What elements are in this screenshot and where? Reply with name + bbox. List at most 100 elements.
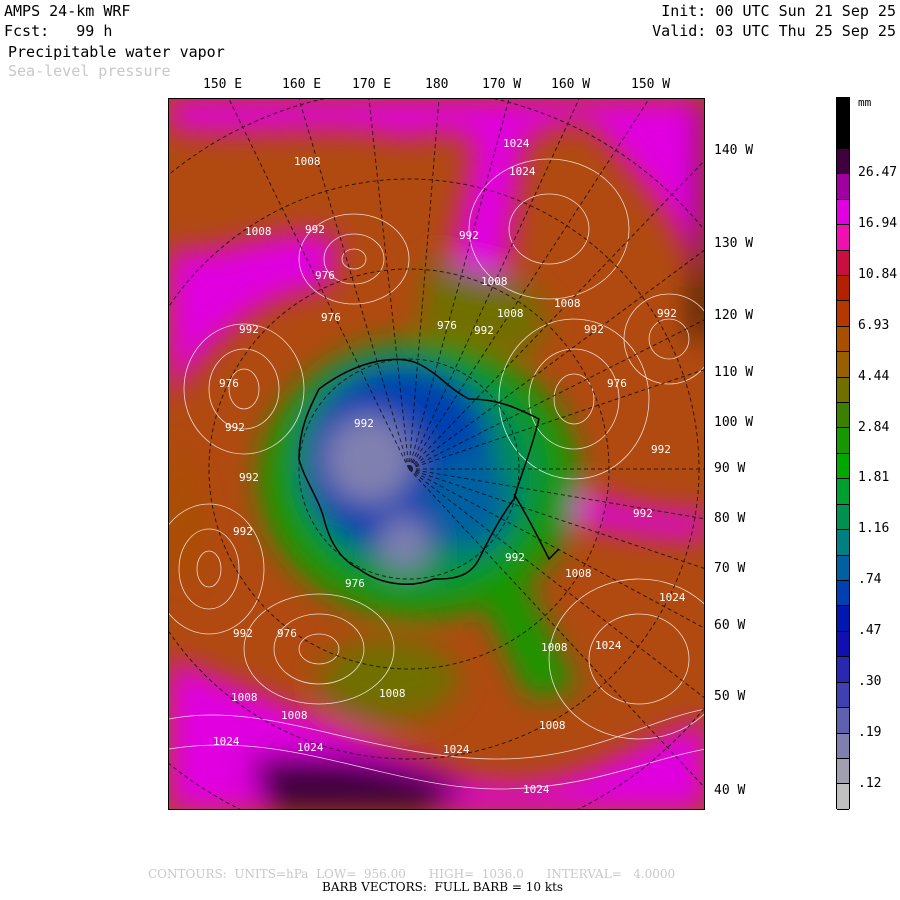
lat-label: 70 W [714,561,746,576]
pressure-label: 1008 [379,687,406,700]
pressure-label: 1008 [541,641,568,654]
lat-label: 120 W [714,308,754,323]
pressure-label: 992 [239,323,259,336]
colorbar-swatch [837,733,849,759]
colorbar-swatch [837,784,849,810]
lon-label: 170 W [482,77,522,92]
pressure-label: 992 [651,443,671,456]
lat-label: 90 W [714,461,746,476]
pressure-label: 992 [584,323,604,336]
colorbar-label: .74 [858,572,882,588]
barb-info: BARB VECTORS: FULL BARB = 10 kts [322,880,564,894]
colorbar-swatch [837,148,849,175]
colorbar-units: mm [858,96,872,109]
colorbar-swatch [837,199,849,226]
weather-map: 1008 1024 1024 1008 992 992 976 1008 100… [168,98,705,810]
pressure-label: 976 [345,577,365,590]
colorbar-swatch [837,453,849,480]
colorbar-label: 2.84 [858,419,890,435]
pressure-label: 992 [505,551,525,564]
colorbar-swatch [837,606,849,632]
pressure-label: 1024 [659,591,686,604]
colorbar-swatch [837,657,849,683]
lon-label: 150 W [631,77,671,92]
colorbar-label: .19 [858,724,882,740]
pressure-label: 1024 [213,735,240,748]
colorbar-swatch [837,504,849,531]
colorbar-label: 6.93 [858,317,890,333]
colorbar-swatch [837,275,849,302]
lat-label: 140 W [714,143,754,158]
forecast-hour: Fcst: 99 h [4,22,113,40]
pressure-label: 976 [277,627,297,640]
colorbar-swatch [837,98,849,124]
pressure-label: 1024 [503,137,530,150]
field-title: Precipitable water vapor [8,43,225,61]
pressure-label: 976 [607,377,627,390]
pressure-label: 1008 [245,225,272,238]
colorbar-label: .12 [858,775,882,791]
lat-label: 100 W [714,415,754,430]
lat-label: 50 W [714,689,746,704]
colorbar-label: .47 [858,623,882,638]
colorbar-swatch [837,403,849,429]
pressure-label: 976 [437,319,457,332]
pressure-label: 992 [225,421,245,434]
pressure-label: 1024 [595,639,622,652]
lon-label: 150 E [203,77,243,92]
model-title: AMPS 24-km WRF [4,2,131,20]
pressure-label: 1024 [523,783,550,796]
colorbar-swatch [837,479,849,505]
colorbar [836,97,850,810]
contour-info: CONTOURS: UNITS=hPa LOW= 956.00 HIGH= 10… [148,867,676,881]
pressure-label: 992 [657,307,677,320]
lat-label: 60 W [714,618,746,633]
colorbar-swatch [837,581,849,607]
pressure-label: 1008 [497,307,524,320]
valid-time: Valid: 03 UTC Thu 25 Sep 25 [652,22,896,40]
pressure-label: 992 [233,525,253,538]
init-time: Init: 00 UTC Sun 21 Sep 25 [661,2,896,20]
pressure-label: 992 [474,324,494,337]
pressure-label: 1008 [565,567,592,580]
colorbar-swatch [837,225,849,251]
colorbar-label: .30 [858,673,882,689]
lat-label: 80 W [714,511,746,526]
pressure-label: 1024 [509,165,536,178]
colorbar-swatch [837,631,849,658]
lon-label: 170 E [352,77,392,92]
pressure-label: 1008 [554,297,581,310]
pressure-label: 1008 [281,709,308,722]
pressure-label: 976 [219,377,239,390]
colorbar-swatch [837,326,849,353]
pressure-label: 976 [315,269,335,282]
lon-label: 160 E [282,77,322,92]
pressure-label: 992 [305,223,325,236]
pressure-label: 992 [239,471,259,484]
pressure-label: 992 [633,507,653,520]
pressure-label: 1008 [481,275,508,288]
pressure-label: 992 [233,627,253,640]
colorbar-label: 4.44 [858,368,890,384]
colorbar-swatch [837,377,849,404]
colorbar-swatch [837,301,849,327]
pressure-label: 1024 [297,741,324,754]
colorbar-swatch [837,708,849,734]
colorbar-swatch [837,555,849,582]
colorbar-swatch [837,123,849,149]
colorbar-label: 26.47 [858,165,898,181]
colorbar-swatch [837,250,849,276]
pressure-label: 1008 [294,155,321,168]
lat-label: 110 W [714,365,754,380]
pressure-label: 1008 [539,719,566,732]
pressure-label: 992 [354,417,374,430]
pressure-label: 992 [459,229,479,242]
colorbar-label: 10.84 [858,267,898,282]
lon-label: 180 [425,77,449,92]
colorbar-swatch [837,352,849,378]
colorbar-swatch [837,428,849,454]
lon-label: 160 W [551,77,591,92]
colorbar-swatch [837,682,849,709]
colorbar-label: 1.81 [858,470,890,486]
colorbar-label: 1.16 [858,521,890,537]
